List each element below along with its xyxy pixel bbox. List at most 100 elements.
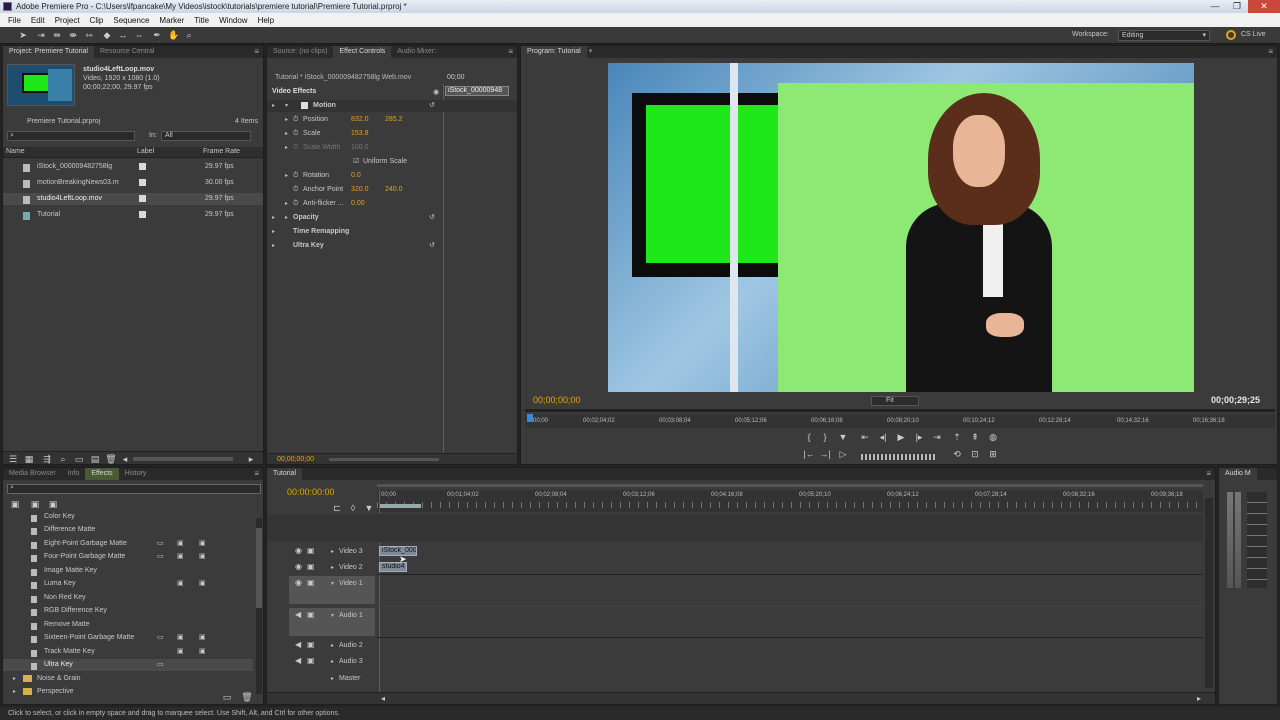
list-item[interactable]: Difference Matte — [3, 524, 253, 536]
set-marker-icon[interactable]: ◊ — [347, 503, 359, 513]
selection-tool-icon[interactable]: ➤ — [18, 30, 28, 40]
mark-out-icon[interactable]: } — [819, 432, 831, 442]
fit-dropdown[interactable]: Fit — [871, 396, 919, 406]
step-back-icon[interactable]: ◂| — [877, 432, 889, 442]
list-item[interactable]: Non Red Key — [3, 592, 253, 604]
zoom-tool-icon[interactable]: ⌕ — [184, 30, 194, 40]
panel-menu-icon[interactable]: ≡ — [1206, 468, 1211, 480]
ec-playhead[interactable] — [443, 84, 444, 464]
jog-shuttle[interactable] — [861, 454, 935, 460]
ec-zoom-slider[interactable] — [329, 458, 439, 461]
clip-video-3[interactable]: iStock_000 — [379, 546, 417, 556]
speaker-icon[interactable]: ◀ — [295, 610, 301, 619]
column-label[interactable]: Label — [137, 148, 154, 155]
tab-project[interactable]: Project: Premiere Tutorial — [3, 46, 94, 58]
slide-tool-icon[interactable]: ⇔ — [134, 30, 144, 40]
play-icon[interactable]: ▶ — [895, 432, 907, 442]
menu-help[interactable]: Help — [253, 16, 279, 25]
menu-project[interactable]: Project — [50, 16, 85, 25]
lock-icon[interactable]: ▣ — [307, 562, 315, 571]
effects-folder[interactable]: ▸ Noise & Grain — [3, 673, 253, 685]
speaker-icon[interactable]: ◀ — [295, 640, 301, 649]
eye-icon[interactable]: ◉ — [295, 546, 302, 555]
find-icon[interactable]: ⌕ — [57, 454, 69, 464]
project-search-input[interactable]: ⌕ — [7, 131, 135, 141]
project-hscroll[interactable] — [133, 457, 233, 461]
panel-menu-icon[interactable]: ≡ — [254, 468, 259, 480]
rotation-value[interactable]: 0.0 — [351, 170, 361, 182]
extract-icon[interactable]: ⇞ — [969, 432, 981, 442]
list-item[interactable]: Sixteen-Point Garbage Matte ▭ ▣ ▣ — [3, 632, 253, 644]
eye-icon[interactable]: ◉ — [295, 578, 302, 587]
export-frame-icon[interactable]: ◍ — [987, 432, 999, 442]
rolling-edit-tool-icon[interactable]: ⇼ — [68, 30, 78, 40]
effect-row-time-remapping[interactable]: ▸ Time Remapping — [267, 226, 517, 238]
scroll-right-icon[interactable]: ▸ — [1197, 694, 1201, 703]
new-bin-icon[interactable]: ▭ — [73, 454, 85, 464]
project-row[interactable]: iStock_000009482758lg 29.97 fps — [3, 161, 263, 173]
list-item[interactable]: Color Key — [3, 511, 253, 523]
new-item-icon[interactable]: ▤ — [89, 454, 101, 464]
close-button[interactable]: ✕ — [1248, 0, 1280, 13]
add-marker-icon[interactable]: ▼ — [837, 432, 849, 442]
minimize-button[interactable]: — — [1204, 0, 1226, 13]
ec-timecode[interactable]: 00;00;00;00 — [277, 456, 314, 463]
razor-tool-icon[interactable]: ◆ — [102, 30, 112, 40]
lock-icon[interactable]: ▣ — [307, 546, 315, 555]
column-frame-rate[interactable]: Frame Rate — [203, 148, 240, 155]
panel-menu-icon[interactable]: ≡ — [254, 46, 259, 58]
timeline-hscroll[interactable]: ◂ ▸ — [267, 692, 1215, 704]
position-x-value[interactable]: 832.0 — [351, 114, 369, 126]
lock-icon[interactable]: ▣ — [307, 656, 315, 665]
effect-row-ultra-key[interactable]: ▸ Ultra Key ↺ — [267, 240, 517, 252]
speaker-icon[interactable]: ◀ — [295, 656, 301, 665]
loop-icon[interactable]: ⟲ — [951, 449, 963, 459]
tab-effect-controls[interactable]: Effect Controls — [333, 46, 392, 58]
automate-icon[interactable]: ⇶ — [41, 454, 53, 464]
new-bin-icon[interactable]: ▭ — [221, 692, 233, 702]
output-icon[interactable]: ⊞ — [987, 449, 999, 459]
list-item[interactable]: Four-Point Garbage Matte ▭ ▣ ▣ — [3, 551, 253, 563]
timeline-timecode[interactable]: 00:00:00:00 — [287, 487, 335, 497]
dropdown-arrow-icon[interactable]: ▾ — [587, 46, 595, 58]
position-y-value[interactable]: 285.2 — [385, 114, 403, 126]
anti-flicker-value[interactable]: 0.00 — [351, 198, 365, 210]
project-row[interactable]: motionBreakingNews03.m 30.00 fps — [3, 177, 263, 189]
program-zoom-bar[interactable] — [525, 409, 1275, 412]
lift-icon[interactable]: ⇡ — [951, 432, 963, 442]
tab-audio-mixer[interactable]: Audio Mixer: — [391, 46, 442, 58]
tab-sequence-tutorial[interactable]: Tutorial — [267, 468, 303, 480]
work-area-bar[interactable] — [379, 504, 421, 508]
accelerated-effects-icon[interactable]: ▣ — [9, 499, 21, 509]
ripple-edit-tool-icon[interactable]: ⇹ — [52, 30, 62, 40]
trash-icon[interactable]: 🗑 — [105, 454, 117, 464]
menu-marker[interactable]: Marker — [154, 16, 189, 25]
snap-icon[interactable]: ⊏ — [331, 503, 343, 513]
program-playhead[interactable] — [527, 414, 533, 422]
reset-icon[interactable]: ↺ — [429, 240, 435, 252]
tab-source[interactable]: Source: (no clips) — [267, 46, 333, 58]
hand-tool-icon[interactable]: ✋ — [168, 30, 179, 40]
tab-program[interactable]: Program: Tutorial — [521, 46, 587, 58]
tab-history[interactable]: History — [119, 468, 153, 480]
yuv-effects-icon[interactable]: ▣ — [47, 499, 59, 509]
list-item[interactable]: Luma Key ▣ ▣ — [3, 578, 253, 590]
menu-window[interactable]: Window — [214, 16, 252, 25]
rate-stretch-tool-icon[interactable]: ⇿ — [84, 30, 94, 40]
scale-value[interactable]: 153.8 — [351, 128, 369, 140]
icon-view-icon[interactable]: ▦ — [23, 454, 35, 464]
go-to-in-icon[interactable]: ⇤ — [859, 432, 871, 442]
panel-menu-icon[interactable]: ≡ — [1268, 46, 1273, 58]
scroll-left-icon[interactable]: ◂ — [381, 694, 385, 703]
menu-sequence[interactable]: Sequence — [108, 16, 154, 25]
eye-icon[interactable]: ◉ — [295, 562, 302, 571]
scroll-right-icon[interactable]: ▸ — [245, 454, 257, 464]
effects-folder[interactable]: ▸ Perspective — [3, 686, 253, 698]
tab-media-browser[interactable]: Media Browser — [3, 468, 62, 480]
in-dropdown[interactable]: All — [161, 131, 251, 141]
program-video-frame[interactable] — [608, 63, 1194, 392]
scroll-left-icon[interactable]: ◂ — [119, 454, 131, 464]
maximize-button[interactable]: ❐ — [1226, 0, 1248, 13]
tab-audio-meters[interactable]: Audio M — [1219, 468, 1257, 480]
lock-icon[interactable]: ▣ — [307, 640, 315, 649]
